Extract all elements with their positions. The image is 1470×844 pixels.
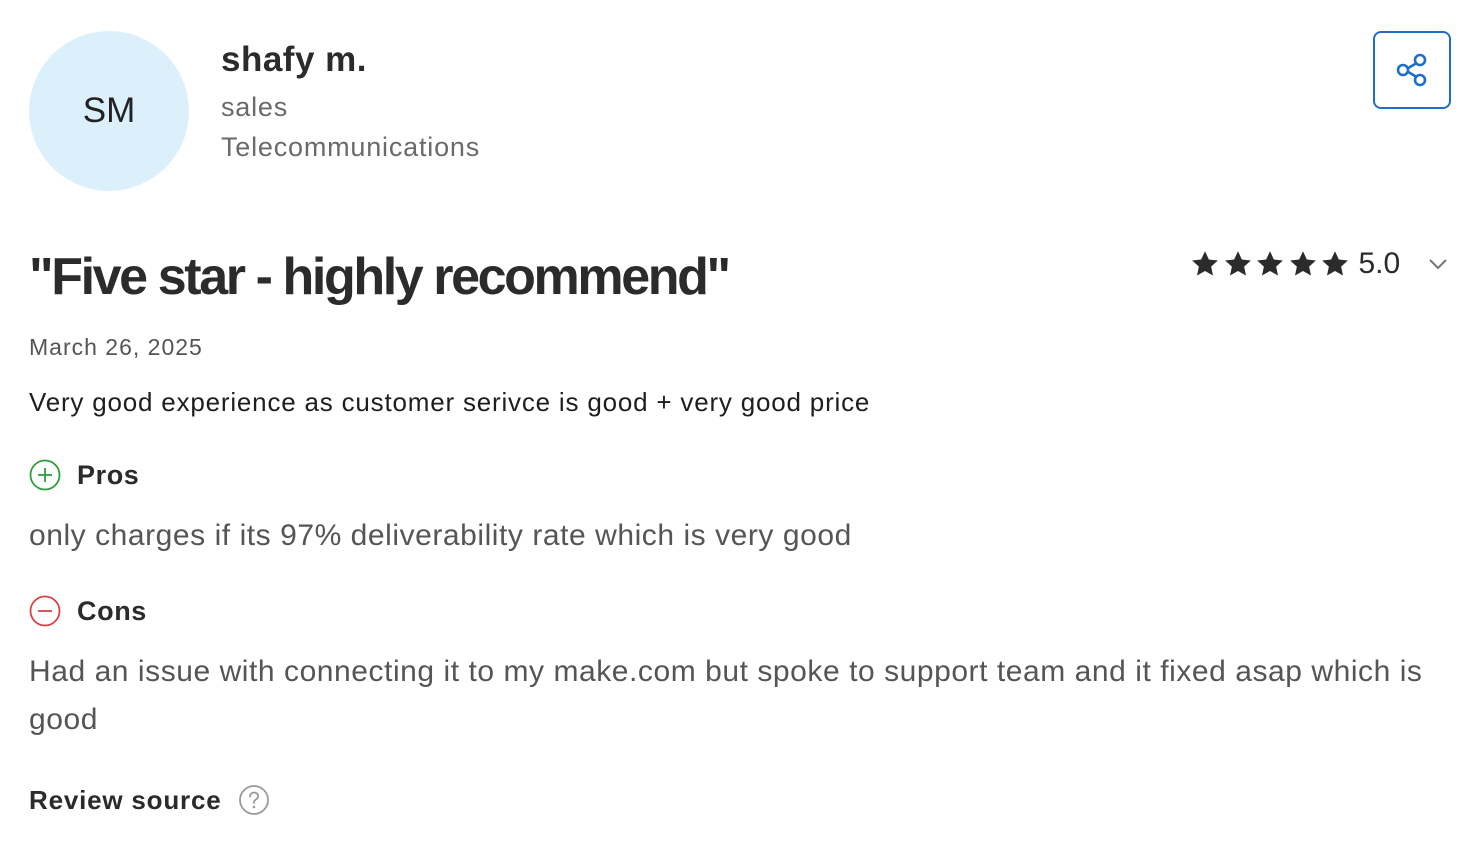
star-icon (1192, 251, 1218, 276)
minus-circle-icon (29, 595, 61, 627)
question-circle-icon[interactable] (238, 784, 270, 816)
rating-value: 5.0 (1358, 247, 1401, 280)
star-rating (1190, 249, 1353, 279)
star-icon (1257, 251, 1283, 276)
cons-heading: Cons (29, 594, 147, 628)
review-summary: Very good experience as customer serivce… (29, 387, 871, 417)
star-icon (1289, 251, 1316, 276)
reviewer-industry: Telecommunications (221, 132, 481, 162)
review-source: Review source (29, 782, 270, 818)
share-button[interactable] (1373, 31, 1451, 109)
review-title: "Five star - highly recommend" (29, 248, 731, 306)
share-icon (1396, 53, 1427, 87)
pros-label: Pros (77, 459, 140, 490)
cons-label: Cons (77, 595, 147, 626)
cons-text: Had an issue with connecting it to my ma… (29, 655, 1423, 736)
avatar: SM (29, 31, 189, 191)
avatar-initials: SM (82, 91, 136, 130)
pros-text: only charges if its 97% deliverability r… (29, 519, 852, 552)
rating-details-toggle[interactable] (1424, 250, 1452, 278)
star-icon (1322, 251, 1348, 276)
pros-heading: Pros (29, 458, 139, 492)
chevron-down-icon (1429, 259, 1447, 270)
star-icon (1224, 251, 1251, 276)
plus-circle-icon (29, 459, 61, 491)
review-source-label: Review source (29, 784, 222, 815)
review-card: SM shafy m. sales Telecommunications "Fi… (0, 0, 1470, 844)
rating: 5.0 (1190, 244, 1400, 284)
reviewer-role: sales (221, 92, 289, 122)
reviewer-name: shafy m. (221, 40, 367, 79)
review-date: March 26, 2025 (29, 334, 203, 360)
